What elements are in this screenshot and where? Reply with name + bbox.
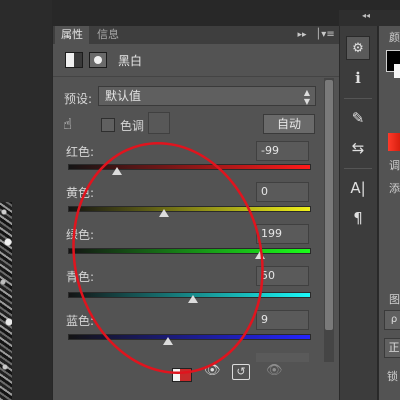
tint-checkbox[interactable] (101, 118, 115, 132)
greens-slider-thumb[interactable] (255, 251, 265, 259)
adjustment-layer-icon[interactable] (65, 52, 83, 68)
select-arrows-icon: ▲ ▼ (303, 88, 310, 106)
panel-menu-icon[interactable]: │▾≡ (314, 28, 336, 42)
greens-label: 绿色: (66, 228, 95, 242)
cyans-slider-thumb[interactable] (188, 295, 198, 303)
tint-label: 色调 (120, 119, 145, 133)
blues-slider-track[interactable] (68, 334, 311, 340)
layer-mask-icon[interactable] (89, 52, 107, 68)
header-divider (53, 76, 339, 77)
yellows-value-field[interactable]: 0 (256, 182, 309, 202)
properties-icon[interactable]: ⚙ (346, 36, 370, 60)
preset-label: 预设: (64, 92, 93, 106)
background-color-swatch[interactable] (394, 64, 400, 78)
cyans-value-field[interactable]: 50 (256, 266, 309, 286)
reds-label: 红色: (66, 145, 95, 159)
character-icon[interactable]: A| (346, 176, 370, 200)
tool-strip-divider (344, 98, 372, 99)
panel-bottom-toolbar (53, 362, 339, 400)
canvas-image (0, 202, 12, 400)
yellows-slider-thumb[interactable] (159, 209, 169, 217)
adjustments-panel-tab[interactable]: 调 (389, 157, 400, 173)
view-previous-state-icon[interactable]: 👁 (204, 364, 224, 378)
tab-properties[interactable]: 属性 (55, 26, 89, 44)
layers-panel-tab[interactable]: 图 (389, 291, 400, 307)
preset-select[interactable]: 默认值 ▲ ▼ (98, 86, 316, 106)
info-icon[interactable]: ℹ (346, 66, 370, 90)
tab-info[interactable]: 信息 (89, 26, 127, 44)
adjust-icon[interactable]: ⇆ (346, 136, 370, 160)
blues-slider-thumb[interactable] (163, 337, 173, 345)
reds-slider-track[interactable] (68, 164, 311, 170)
cyans-label: 青色: (66, 270, 95, 284)
yellows-slider-track[interactable] (68, 206, 311, 212)
expand-panels-icon[interactable]: ◂◂ (362, 11, 370, 20)
yellows-label: 黄色: (66, 186, 95, 200)
brush-icon[interactable]: ✎ (346, 106, 370, 130)
swatch-red[interactable] (388, 133, 400, 151)
tint-color-swatch[interactable] (148, 112, 170, 134)
auto-button[interactable]: 自动 (263, 114, 315, 134)
lock-label: 锁 (387, 370, 398, 383)
panel-collapse-icon[interactable]: ▸▸ (294, 28, 310, 42)
reds-value-field[interactable]: -99 (256, 141, 309, 161)
reset-icon[interactable]: ↺ (232, 364, 250, 380)
blues-label: 蓝色: (66, 314, 95, 328)
paragraph-icon[interactable]: ¶ (346, 206, 370, 230)
panel-scrollbar-thumb[interactable] (325, 80, 333, 330)
add-adjustment-label: 添 (389, 182, 400, 195)
color-panel-tab[interactable]: 颜 (389, 29, 400, 45)
toggle-visibility-icon[interactable]: 👁 (266, 364, 286, 378)
properties-header (53, 44, 339, 76)
clip-to-layer-icon[interactable] (172, 368, 192, 382)
blues-value-field[interactable]: 9 (256, 310, 309, 330)
preset-value: 默认值 (105, 89, 142, 103)
blend-mode-select[interactable]: 正 (384, 338, 400, 358)
greens-value-field[interactable]: 199 (256, 224, 309, 244)
panel-title: 黑白 (118, 54, 143, 68)
layer-search-icon[interactable]: ρ (384, 310, 400, 330)
reds-slider-thumb[interactable] (112, 167, 122, 175)
greens-slider-track[interactable] (68, 248, 311, 254)
properties-panel (53, 26, 339, 400)
targeted-adjustment-hand-icon[interactable]: ☝ (63, 115, 83, 133)
tool-strip-divider (344, 168, 372, 169)
